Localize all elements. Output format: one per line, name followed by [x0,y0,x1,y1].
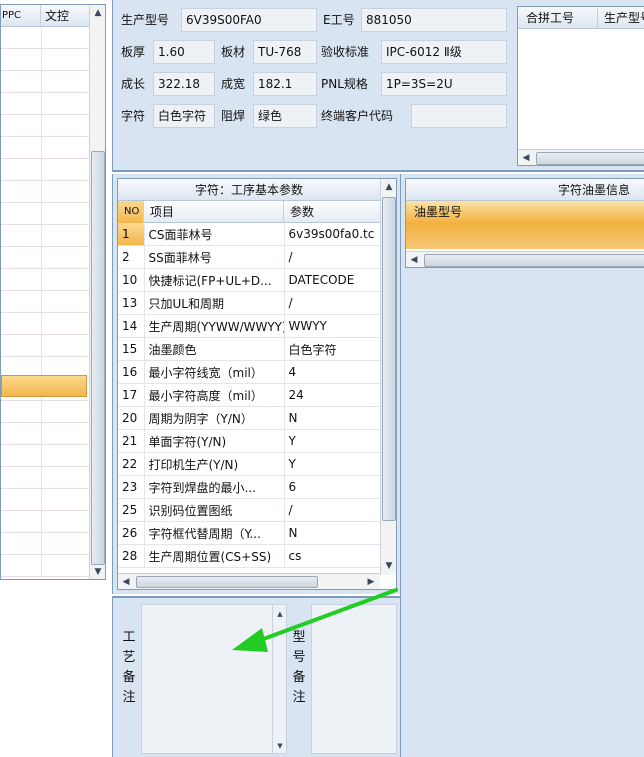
annotation-arrow-icon [232,588,398,652]
